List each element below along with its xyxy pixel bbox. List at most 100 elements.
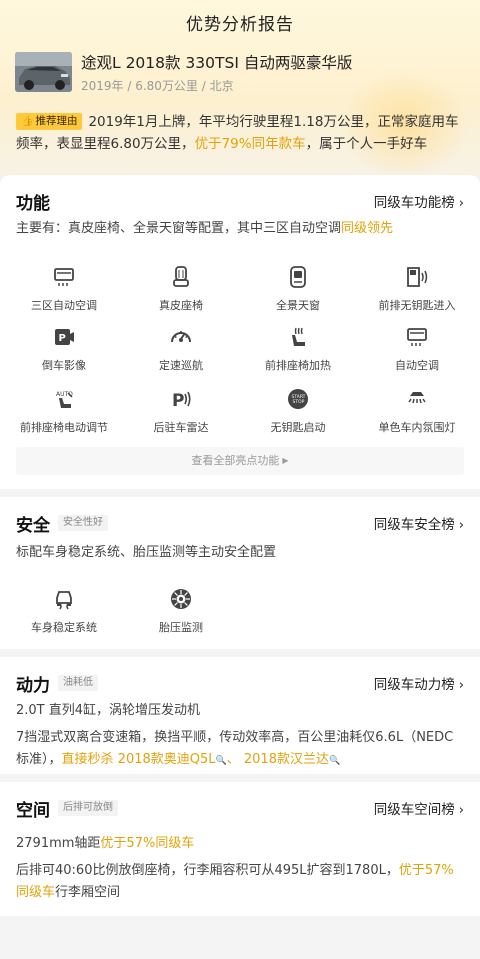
chevron-right-icon: › — [458, 196, 464, 211]
compare-audi-label: 2018款奥迪Q5L — [117, 752, 216, 767]
space-title: 空间 — [16, 801, 50, 821]
feature-label: 无钥匙启动 — [270, 421, 326, 434]
car-meta: 2019年 / 6.80万公里 / 北京 — [81, 79, 234, 93]
feature-label: 单色车内氛围灯 — [378, 421, 456, 434]
power-engine: 2.0T 直列4缸，涡轮增压发动机 — [16, 703, 201, 718]
feature-label: 自动空调 — [395, 359, 439, 372]
feature-keyless-start[interactable]: START STOP 无钥匙启动 — [238, 387, 358, 443]
feature-label: 倒车影像 — [42, 359, 86, 372]
safety-item-label: 车身稳定系统 — [31, 621, 97, 634]
reco-text-end: ，属于个人一手好车 — [305, 136, 428, 152]
safety-badge: 安全性好 — [58, 515, 108, 531]
reverse-camera-icon: P — [55, 329, 74, 345]
feature-label: 真皮座椅 — [159, 299, 203, 312]
feature-power-seat[interactable]: AUTO 前排座椅电动调节 — [4, 387, 124, 443]
power-section: 动力 油耗低 同级车动力榜 › 2.0T 直列4缸，涡轮增压发动机 7挡湿式双离合… — [0, 657, 480, 774]
safety-item-label: 胎压监测 — [159, 621, 203, 634]
keyless-start-icon: STARTSTOP — [288, 389, 308, 409]
compare-highlander-link[interactable]: 2018款汉兰达🔍 — [240, 752, 340, 767]
feature-keyless-entry[interactable]: 前排无钥匙进入 — [357, 265, 477, 321]
svg-text:P: P — [172, 391, 184, 411]
car-name: 途观L 2018款 330TSI 自动两驱豪华版 — [81, 54, 353, 72]
search-icon: 🔍 — [215, 756, 227, 766]
space-section: 空间 后排可放倒 同级车空间榜 › 2791mm轴距优于57%同级车 后排可40:… — [0, 782, 480, 916]
ambient-light-icon — [408, 392, 426, 404]
feature-label: 前排座椅加热 — [265, 359, 331, 372]
triangle-right-icon: ▶ — [282, 456, 289, 465]
power-separator: 、 — [226, 752, 240, 767]
recommend-tag: 👍 推荐理由 — [16, 113, 83, 130]
function-summary-highlight: 同级领先 — [341, 221, 394, 236]
page-bottom — [0, 916, 480, 959]
power-highlight: 直接秒杀 — [61, 752, 114, 767]
feature-label: 三区自动空调 — [31, 299, 97, 312]
tire-pressure-icon — [171, 589, 191, 609]
power-seat-icon: AUTO — [56, 391, 73, 408]
ac-icon — [54, 268, 74, 286]
parking-radar-icon: P — [172, 391, 191, 411]
svg-text:AUTO: AUTO — [56, 391, 73, 398]
safety-ranking-link[interactable]: 同级车安全榜 › — [374, 513, 464, 533]
svg-text:P: P — [59, 333, 66, 344]
space-wheelbase-text: 2791mm轴距 — [16, 836, 101, 851]
space-wheelbase-highlight: 优于57%同级车 — [100, 836, 195, 851]
safety-title: 安全 — [16, 516, 50, 536]
keyless-entry-icon — [407, 267, 428, 287]
sunroof-icon — [290, 266, 306, 288]
view-all-label: 查看全部亮点功能 — [191, 454, 280, 467]
auto-ac-icon — [407, 328, 427, 346]
compare-audi-link[interactable]: 2018款奥迪Q5L🔍 — [114, 752, 227, 767]
feature-cruise-control[interactable]: 定速巡航 — [121, 325, 241, 381]
feature-ambient-light[interactable]: 单色车内氛围灯 — [357, 387, 477, 443]
svg-text:STOP: STOP — [293, 399, 305, 405]
space-trunk-text: 后排可40:60比例放倒座椅，行李厢容积可从495L扩容到1780L， — [16, 863, 399, 878]
feature-label: 定速巡航 — [159, 359, 203, 372]
power-ranking-link[interactable]: 同级车动力榜 › — [374, 673, 464, 693]
power-transmission: 7挡湿式双离合变速箱，换挡平顺，传动效率高，百公里油耗仅6.6L（NEDC标准）… — [16, 727, 464, 772]
seat-heat-icon — [292, 327, 305, 346]
space-ranking-label: 同级车空间榜 — [373, 802, 455, 818]
feature-parking-radar[interactable]: P 后驻车雷达 — [121, 387, 241, 443]
compare-highlander-label: 2018款汉兰达 — [243, 752, 329, 767]
page-title: 优势分析报告 — [186, 15, 294, 35]
feature-leather-seat[interactable]: 真皮座椅 — [121, 265, 241, 321]
power-title: 动力 — [16, 676, 50, 696]
safety-section: 安全 安全性好 同级车安全榜 › 标配车身稳定系统、胎压监测等主动安全配置 车身稳… — [0, 497, 480, 649]
space-ranking-link[interactable]: 同级车空间榜 › — [374, 798, 464, 818]
power-badge: 油耗低 — [58, 675, 98, 691]
space-trunk: 后排可40:60比例放倒座椅，行李厢容积可从495L扩容到1780L，优于57%… — [16, 860, 464, 904]
report-header: 优势分析报告 途观L 2018款 330TSI 自动两驱豪华版 2019年 / … — [0, 0, 480, 182]
function-summary: 主要有：真皮座椅、全景天窗等配置，其中三区自动空调同级领先 — [16, 218, 464, 240]
function-ranking-label: 同级车功能榜 — [373, 195, 455, 211]
feature-auto-ac[interactable]: 自动空调 — [357, 325, 477, 381]
search-icon: 🔍 — [328, 756, 341, 766]
function-ranking-link[interactable]: 同级车功能榜 › — [374, 191, 464, 211]
feature-reverse-camera[interactable]: P 倒车影像 — [4, 325, 124, 381]
feature-sunroof[interactable]: 全景天窗 — [238, 265, 358, 321]
safety-item-tire-pressure[interactable]: 胎压监测 — [121, 587, 241, 643]
function-summary-text: 主要有：真皮座椅、全景天窗等配置，其中三区自动空调 — [16, 221, 342, 236]
feature-three-zone-ac[interactable]: 三区自动空调 — [4, 265, 124, 321]
space-wheelbase: 2791mm轴距优于57%同级车 — [16, 833, 464, 855]
seat-icon — [173, 266, 189, 287]
function-title: 功能 — [16, 194, 50, 214]
recommendation: 👍 推荐理由 2019年1月上牌，年平均行驶里程1.18万公里，正常家庭用车频率，表… — [16, 111, 466, 155]
space-badge: 后排可放倒 — [58, 800, 118, 816]
safety-ranking-label: 同级车安全榜 — [373, 517, 455, 533]
car-thumbnail[interactable] — [15, 52, 72, 92]
power-ranking-label: 同级车动力榜 — [373, 677, 455, 693]
space-header: 空间 后排可放倒 同级车空间榜 › — [16, 782, 464, 832]
feature-label: 全景天窗 — [276, 299, 320, 312]
feature-label: 前排无钥匙进入 — [378, 299, 456, 312]
view-all-features-button[interactable]: 查看全部亮点功能 ▶ — [16, 447, 464, 475]
safety-header: 安全 安全性好 同级车安全榜 › — [16, 497, 464, 547]
feature-label: 前排座椅电动调节 — [20, 421, 108, 434]
chevron-right-icon: › — [458, 678, 464, 693]
reco-highlight: 优于79%同年款车 — [194, 136, 306, 152]
safety-item-esp[interactable]: 车身稳定系统 — [4, 587, 124, 643]
safety-summary: 标配车身稳定系统、胎压监测等主动安全配置 — [16, 545, 277, 560]
cruise-icon — [171, 331, 191, 343]
feature-label: 后驻车雷达 — [153, 421, 209, 434]
feature-seat-heating[interactable]: 前排座椅加热 — [238, 325, 358, 381]
thumbs-up-icon: 👍 — [21, 116, 34, 127]
